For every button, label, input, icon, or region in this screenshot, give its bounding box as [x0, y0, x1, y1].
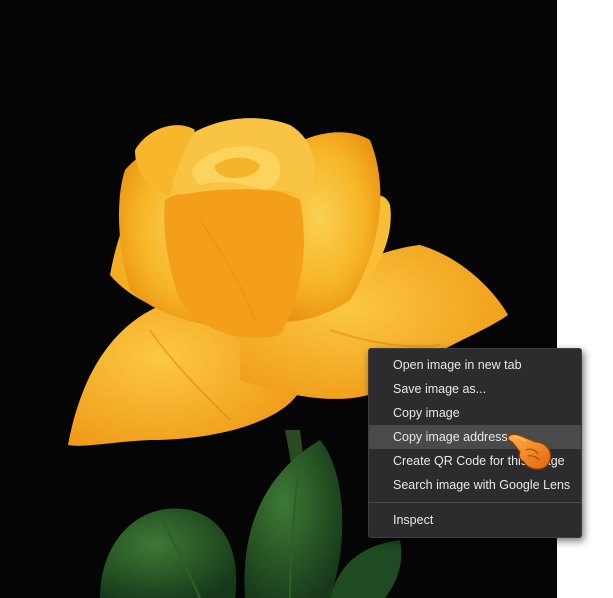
menu-item-inspect[interactable]: Inspect — [369, 508, 581, 532]
browser-viewport: Open image in new tab Save image as... C… — [0, 0, 613, 598]
pointing-hand-cursor-icon — [507, 433, 552, 470]
leaf-left — [100, 508, 237, 598]
menu-item-search-google-lens[interactable]: Search image with Google Lens — [369, 473, 581, 497]
menu-item-open-image-new-tab[interactable]: Open image in new tab — [369, 353, 581, 377]
menu-separator — [369, 502, 581, 503]
menu-item-copy-image[interactable]: Copy image — [369, 401, 581, 425]
menu-item-save-image-as[interactable]: Save image as... — [369, 377, 581, 401]
